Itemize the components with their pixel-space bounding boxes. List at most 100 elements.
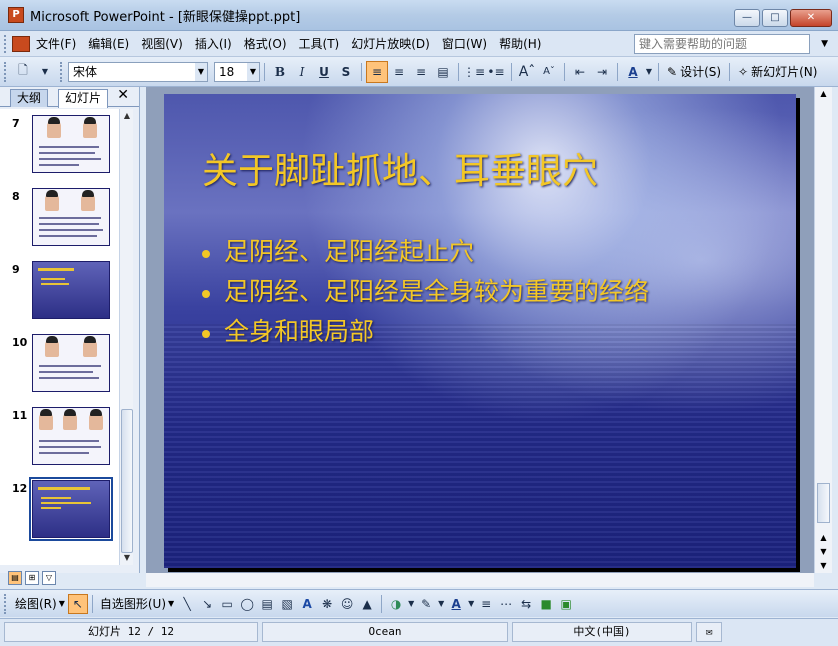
scroll-thumb[interactable]	[817, 483, 830, 523]
menu-window[interactable]: 窗口(W)	[436, 34, 493, 54]
slide-thumbnail-9[interactable]	[32, 261, 110, 319]
picture-icon[interactable]: ▲	[357, 594, 377, 614]
arrow-icon[interactable]: ↘	[197, 594, 217, 614]
scroll-up-icon[interactable]: ▲	[817, 87, 830, 101]
arrow-style-icon[interactable]: ⇆	[516, 594, 536, 614]
horizontal-scrollbar[interactable]	[146, 573, 814, 587]
diagram-icon[interactable]: ❋	[317, 594, 337, 614]
font-color-icon[interactable]: A	[622, 61, 644, 83]
align-left-icon[interactable]: ≡	[366, 60, 388, 83]
document-icon[interactable]	[12, 35, 30, 52]
decrease-indent-icon[interactable]: ⇤	[569, 61, 591, 83]
menu-insert[interactable]: 插入(I)	[189, 34, 238, 54]
increase-indent-icon[interactable]: ⇥	[591, 61, 613, 83]
scroll-down-icon[interactable]: ▼	[120, 551, 134, 565]
bullet-item[interactable]: 足阴经、足阳经是全身较为重要的经络	[202, 272, 649, 312]
numbered-list-icon[interactable]: ⋮≡	[463, 61, 485, 83]
slide-scrollbar[interactable]: ▲ ▲ ▼ ▼	[814, 87, 832, 573]
slide-thumbnail-10[interactable]	[32, 334, 110, 392]
scroll-up-icon[interactable]: ▲	[120, 109, 134, 123]
bold-button[interactable]: B	[269, 61, 291, 83]
italic-button[interactable]: I	[291, 61, 313, 83]
slideshow-view-icon[interactable]: ▽	[42, 571, 56, 585]
toolbar-grip-2[interactable]	[60, 61, 64, 82]
shadow-style-icon[interactable]: ■	[536, 594, 556, 614]
menu-help[interactable]: 帮助(H)	[493, 34, 547, 54]
normal-view-icon[interactable]: ▤	[8, 571, 22, 585]
distribute-icon[interactable]: ▤	[432, 61, 454, 83]
pane-close-icon[interactable]: ✕	[117, 87, 129, 103]
thumbnail-row[interactable]: 12	[0, 477, 120, 542]
align-right-icon[interactable]: ≡	[410, 61, 432, 83]
bullet-item[interactable]: 全身和眼局部	[202, 312, 649, 352]
slide-thumbnail-11[interactable]	[32, 407, 110, 465]
line-color-icon[interactable]: ✎	[416, 594, 436, 614]
shadow-button[interactable]: S	[335, 61, 357, 83]
font-name-dropdown-icon[interactable]: ▼	[195, 62, 207, 81]
slide-thumbnail-7[interactable]	[32, 115, 110, 173]
font-color-dropdown-icon[interactable]: ▼	[466, 594, 476, 614]
select-pointer-icon[interactable]: ↖	[67, 593, 88, 614]
tab-slides[interactable]: 幻灯片	[58, 89, 109, 108]
new-document-icon[interactable]: 🗋	[12, 61, 34, 83]
font-size-dropdown-icon[interactable]: ▼	[247, 62, 259, 81]
wordart-icon[interactable]: A	[297, 594, 317, 614]
thumbnail-row[interactable]: 11	[0, 405, 120, 469]
design-button[interactable]: ✎ 设计(S)	[663, 63, 725, 80]
new-slide-button[interactable]: ✧ 新幻灯片(N)	[734, 63, 821, 80]
font-color-dropdown-icon[interactable]: ▼	[644, 61, 654, 83]
toolbar-grip[interactable]	[4, 593, 8, 614]
next-slide-icon[interactable]: ▼	[817, 559, 830, 573]
3d-style-icon[interactable]: ▣	[556, 594, 576, 614]
bullet-item[interactable]: 足阴经、足阳经起止穴	[202, 232, 649, 272]
rectangle-icon[interactable]: ▭	[217, 594, 237, 614]
fill-color-dropdown-icon[interactable]: ▼	[406, 594, 416, 614]
scroll-up-icon[interactable]: ▲	[817, 531, 830, 545]
help-search-input[interactable]: 键入需要帮助的问题	[634, 34, 810, 54]
thumbnail-row[interactable]: 9	[0, 259, 120, 323]
menu-format[interactable]: 格式(O)	[238, 34, 293, 54]
font-name-select[interactable]: 宋体 ▼	[68, 61, 208, 82]
menu-file[interactable]: 文件(F)	[30, 34, 82, 54]
toolbar-options-icon[interactable]: ▼	[34, 61, 56, 83]
slide-sorter-view-icon[interactable]: ⊞	[25, 571, 39, 585]
menu-slideshow[interactable]: 幻灯片放映(D)	[345, 34, 436, 54]
increase-font-icon[interactable]: Aˆ	[516, 61, 538, 83]
fill-color-icon[interactable]: ◑	[386, 594, 406, 614]
toolbar-grip[interactable]	[4, 61, 8, 82]
oval-icon[interactable]: ◯	[237, 594, 257, 614]
scroll-thumb[interactable]	[121, 409, 133, 553]
minimize-button[interactable]: —	[734, 9, 760, 27]
font-size-select[interactable]: 18 ▼	[214, 61, 260, 82]
maximize-button[interactable]: □	[762, 9, 788, 27]
current-slide[interactable]: 关于脚趾抓地、耳垂眼穴 足阴经、足阳经起止穴 足阴经、足阳经是全身较为重要的经络…	[164, 94, 796, 568]
slide-title[interactable]: 关于脚趾抓地、耳垂眼穴	[202, 142, 598, 194]
vertical-textbox-icon[interactable]: ▧	[277, 594, 297, 614]
line-icon[interactable]: ╲	[177, 594, 197, 614]
thumbnail-scrollbar[interactable]: ▲ ▼	[119, 109, 133, 565]
menu-grip[interactable]	[4, 34, 8, 53]
textbox-icon[interactable]: ▤	[257, 594, 277, 614]
slide-thumbnail-8[interactable]	[32, 188, 110, 246]
draw-menu-button[interactable]: 绘图(R) ▼	[12, 593, 68, 615]
scroll-down-icon[interactable]: ▼	[817, 545, 830, 559]
dash-style-icon[interactable]: ⋯	[496, 594, 516, 614]
menu-view[interactable]: 视图(V)	[135, 34, 189, 54]
spelling-status-icon[interactable]: ✉	[696, 622, 722, 642]
menu-edit[interactable]: 编辑(E)	[82, 34, 135, 54]
autoshapes-button[interactable]: 自选图形(U) ▼	[97, 593, 177, 615]
tab-outline[interactable]: 大纲	[10, 89, 49, 107]
bullet-list-icon[interactable]: •≡	[485, 61, 507, 83]
close-button[interactable]: ✕	[790, 9, 832, 27]
thumbnail-row[interactable]: 10	[0, 332, 120, 396]
decrease-font-icon[interactable]: Aˇ	[538, 61, 560, 83]
menu-tools[interactable]: 工具(T)	[293, 34, 346, 54]
underline-button[interactable]: U	[313, 61, 335, 83]
help-dropdown-icon[interactable]: ▼	[821, 39, 828, 49]
line-style-icon[interactable]: ≡	[476, 594, 496, 614]
slide-thumbnail-12[interactable]	[29, 477, 113, 541]
align-center-icon[interactable]: ≡	[388, 61, 410, 83]
clipart-icon[interactable]: ☺	[337, 594, 357, 614]
font-color-icon[interactable]: A	[446, 594, 466, 614]
slide-bullet-list[interactable]: 足阴经、足阳经起止穴 足阴经、足阳经是全身较为重要的经络 全身和眼局部	[202, 232, 649, 352]
